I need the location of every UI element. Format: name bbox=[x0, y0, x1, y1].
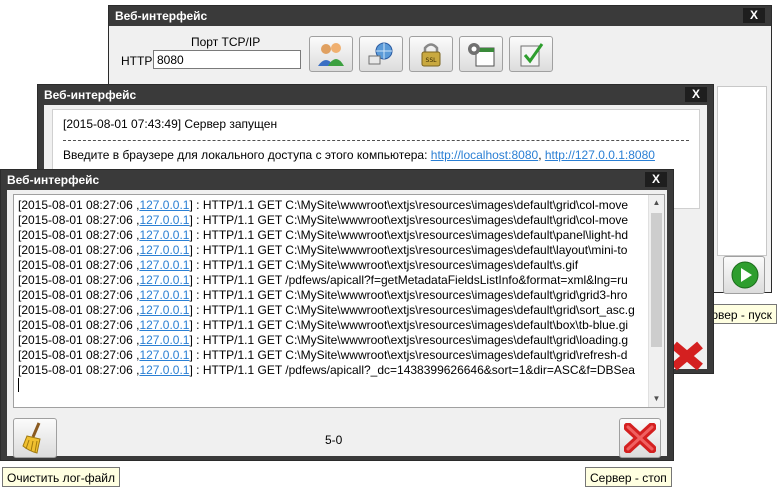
window-titlebar[interactable]: Веб-интерфейс bbox=[109, 6, 771, 26]
server-stop-button-hidden[interactable] bbox=[670, 341, 706, 371]
log-ip-link[interactable]: 127.0.0.1 bbox=[139, 228, 189, 242]
log-request: ] : HTTP/1.1 GET C:\MySite\wwwroot\extjs… bbox=[189, 333, 629, 347]
server-started-message: [2015-08-01 07:43:49] Сервер запущен bbox=[63, 117, 278, 131]
log-line: [2015-08-01 08:27:06 ,127.0.0.1] : HTTP/… bbox=[18, 273, 640, 288]
log-line: [2015-08-01 08:27:06 ,127.0.0.1] : HTTP/… bbox=[18, 333, 640, 348]
log-request: ] : HTTP/1.1 GET C:\MySite\wwwroot\extjs… bbox=[189, 348, 628, 362]
log-ip-link[interactable]: 127.0.0.1 bbox=[139, 198, 189, 212]
log-line: [2015-08-01 08:27:06 ,127.0.0.1] : HTTP/… bbox=[18, 348, 640, 363]
log-timestamp: [2015-08-01 08:27:06 , bbox=[18, 243, 140, 257]
log-request: ] : HTTP/1.1 GET C:\MySite\wwwroot\extjs… bbox=[189, 258, 579, 272]
log-ip-link[interactable]: 127.0.0.1 bbox=[139, 273, 189, 287]
scroll-up-arrow[interactable]: ▲ bbox=[649, 195, 664, 211]
log-line: [2015-08-01 08:27:06 ,127.0.0.1] : HTTP/… bbox=[18, 243, 640, 258]
log-line: [2015-08-01 08:27:06 ,127.0.0.1] : HTTP/… bbox=[18, 318, 640, 333]
log-request: ] : HTTP/1.1 GET C:\MySite\wwwroot\extjs… bbox=[189, 228, 629, 242]
log-ip-link[interactable]: 127.0.0.1 bbox=[139, 303, 189, 317]
log-line: [2015-08-01 08:27:06 ,127.0.0.1] : HTTP/… bbox=[18, 228, 640, 243]
clear-log-button[interactable] bbox=[13, 418, 57, 458]
log-ip-link[interactable]: 127.0.0.1 bbox=[139, 363, 189, 377]
clear-log-tooltip: Очистить лог-файл bbox=[2, 467, 121, 487]
close-button[interactable]: X bbox=[645, 172, 667, 187]
broom-icon bbox=[22, 422, 41, 454]
port-input[interactable] bbox=[153, 50, 301, 69]
log-timestamp: [2015-08-01 08:27:06 , bbox=[18, 363, 140, 377]
server-start-button[interactable] bbox=[723, 256, 765, 294]
log-ip-link[interactable]: 127.0.0.1 bbox=[139, 243, 189, 257]
log-ip-link[interactable]: 127.0.0.1 bbox=[139, 348, 189, 362]
log-timestamp: [2015-08-01 08:27:06 , bbox=[18, 198, 140, 212]
apply-button[interactable] bbox=[509, 36, 553, 72]
log-request: ] : HTTP/1.1 GET C:\MySite\wwwroot\extjs… bbox=[189, 288, 628, 302]
window-title: Веб-интерфейс bbox=[44, 88, 137, 102]
log-line: [2015-08-01 08:27:06 ,127.0.0.1] : HTTP/… bbox=[18, 363, 640, 378]
gear-window-icon bbox=[468, 43, 495, 67]
log-request: ] : HTTP/1.1 GET C:\MySite\wwwroot\extjs… bbox=[189, 198, 629, 212]
log-ip-link[interactable]: 127.0.0.1 bbox=[139, 288, 189, 302]
log-timestamp: [2015-08-01 08:27:06 , bbox=[18, 348, 140, 362]
stop-x-icon bbox=[624, 423, 656, 453]
stop-x-icon bbox=[671, 341, 703, 371]
window-titlebar[interactable]: Веб-интерфейс bbox=[38, 85, 713, 105]
loopback-link[interactable]: http://127.0.0.1:8080 bbox=[545, 148, 655, 162]
log-request: ] : HTTP/1.1 GET C:\MySite\wwwroot\extjs… bbox=[189, 303, 635, 317]
log-line: [2015-08-01 08:27:06 ,127.0.0.1] : HTTP/… bbox=[18, 303, 640, 318]
log-line: [2015-08-01 08:27:06 ,127.0.0.1] : HTTP/… bbox=[18, 288, 640, 303]
web-interface-window-log: Веб-интерфейс X [2015-08-01 08:27:06 ,12… bbox=[0, 169, 674, 461]
log-ip-link[interactable]: 127.0.0.1 bbox=[139, 213, 189, 227]
scroll-down-arrow[interactable]: ▼ bbox=[649, 391, 664, 407]
log-ip-link[interactable]: 127.0.0.1 bbox=[139, 333, 189, 347]
ssl-button[interactable]: SSL bbox=[409, 36, 453, 72]
log-text-area[interactable]: [2015-08-01 08:27:06 ,127.0.0.1] : HTTP/… bbox=[13, 194, 665, 408]
log-line: [2015-08-01 08:27:06 ,127.0.0.1] : HTTP/… bbox=[18, 198, 640, 213]
window-title: Веб-интерфейс bbox=[7, 173, 100, 187]
ssl-lock-icon: SSL bbox=[421, 43, 441, 67]
main-content-area bbox=[717, 86, 767, 256]
local-access-text: Введите в браузере для локального доступ… bbox=[63, 148, 431, 162]
link-separator: , bbox=[538, 148, 545, 162]
globe-computer-icon bbox=[368, 42, 393, 65]
log-timestamp: [2015-08-01 08:27:06 , bbox=[18, 258, 140, 272]
port-label: Порт TCP/IP bbox=[191, 35, 261, 49]
log-request: ] : HTTP/1.1 GET /pdfews/apicall?_dc=143… bbox=[189, 363, 635, 377]
log-timestamp: [2015-08-01 08:27:06 , bbox=[18, 333, 140, 347]
log-ip-link[interactable]: 127.0.0.1 bbox=[139, 258, 189, 272]
log-scrollbar[interactable]: ▲ ▼ bbox=[648, 195, 664, 407]
local-access-line: Введите в браузере для локального доступ… bbox=[63, 147, 689, 163]
log-request: ] : HTTP/1.1 GET C:\MySite\wwwroot\extjs… bbox=[189, 243, 628, 257]
log-request: ] : HTTP/1.1 GET C:\MySite\wwwroot\extjs… bbox=[189, 318, 629, 332]
server-stop-button[interactable] bbox=[619, 418, 661, 458]
log-line: [2015-08-01 08:27:06 ,127.0.0.1] : HTTP/… bbox=[18, 213, 640, 228]
users-icon bbox=[318, 43, 344, 66]
network-button[interactable] bbox=[359, 36, 403, 72]
protocol-label: HTTP bbox=[121, 54, 153, 68]
window-title: Веб-интерфейс bbox=[115, 9, 208, 23]
stop-tooltip: Сервер - стоп bbox=[585, 467, 672, 487]
window-titlebar[interactable]: Веб-интерфейс bbox=[1, 170, 673, 190]
close-button[interactable]: X bbox=[685, 87, 707, 102]
checklist-icon bbox=[520, 43, 544, 67]
log-request: ] : HTTP/1.1 GET /pdfews/apicall?f=getMe… bbox=[189, 273, 628, 287]
log-panel: [2015-08-01 08:27:06 ,127.0.0.1] : HTTP/… bbox=[7, 190, 667, 458]
scroll-thumb[interactable] bbox=[651, 213, 662, 347]
log-timestamp: [2015-08-01 08:27:06 , bbox=[18, 303, 140, 317]
log-timestamp: [2015-08-01 08:27:06 , bbox=[18, 228, 140, 242]
localhost-link[interactable]: http://localhost:8080 bbox=[431, 148, 538, 162]
log-timestamp: [2015-08-01 08:27:06 , bbox=[18, 288, 140, 302]
log-lines: [2015-08-01 08:27:06 ,127.0.0.1] : HTTP/… bbox=[18, 198, 640, 392]
log-timestamp: [2015-08-01 08:27:06 , bbox=[18, 273, 140, 287]
log-line: [2015-08-01 08:27:06 ,127.0.0.1] : HTTP/… bbox=[18, 258, 640, 273]
log-timestamp: [2015-08-01 08:27:06 , bbox=[18, 213, 140, 227]
users-button[interactable] bbox=[309, 36, 353, 72]
log-ip-link[interactable]: 127.0.0.1 bbox=[139, 318, 189, 332]
log-request: ] : HTTP/1.1 GET C:\MySite\wwwroot\extjs… bbox=[189, 213, 629, 227]
dashed-separator bbox=[63, 140, 689, 141]
connection-counter: 5-0 bbox=[325, 433, 343, 447]
close-button[interactable]: X bbox=[743, 8, 765, 23]
play-icon bbox=[731, 261, 759, 289]
log-timestamp: [2015-08-01 08:27:06 , bbox=[18, 318, 140, 332]
text-cursor bbox=[18, 378, 19, 392]
settings-button[interactable] bbox=[459, 36, 503, 72]
svg-text:SSL: SSL bbox=[426, 57, 438, 64]
